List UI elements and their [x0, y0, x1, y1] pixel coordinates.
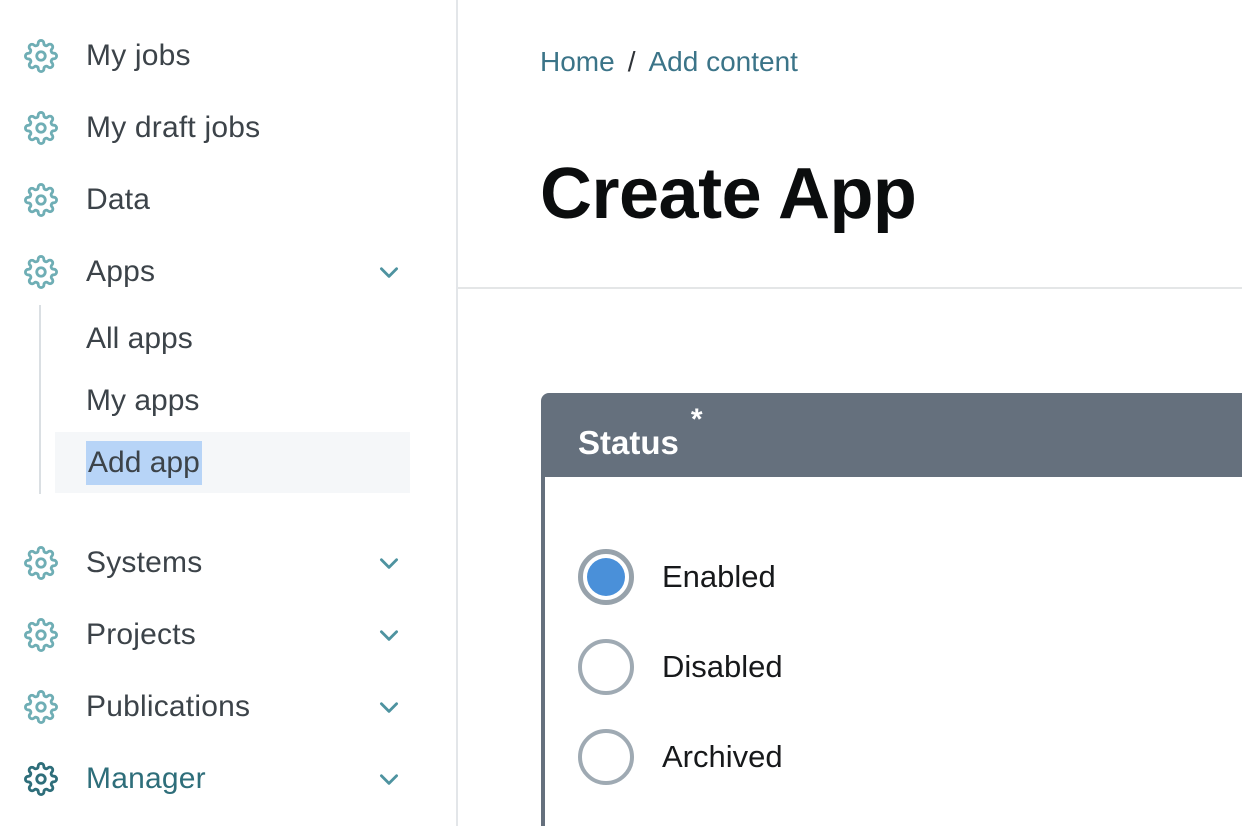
- radio-option-archived[interactable]: Archived: [578, 729, 1242, 785]
- gear-icon: [24, 39, 58, 73]
- sidebar-item-label: My jobs: [86, 39, 191, 73]
- subitem-label: All apps: [86, 322, 193, 356]
- sidebar-item-systems[interactable]: Systems: [0, 527, 456, 599]
- sidebar-subitem-my-apps[interactable]: My apps: [0, 370, 456, 432]
- subitem-label-selected: Add app: [86, 441, 202, 485]
- sidebar-item-label: Apps: [86, 255, 155, 289]
- chevron-down-icon: [376, 259, 402, 285]
- radio-option-label: Enabled: [662, 559, 776, 595]
- breadcrumb-separator: /: [628, 46, 636, 78]
- radio-option-label: Disabled: [662, 649, 783, 685]
- radio-button-icon[interactable]: [578, 729, 634, 785]
- gear-icon: [24, 690, 58, 724]
- required-marker: *: [691, 403, 703, 437]
- sidebar-subitem-add-app[interactable]: Add app: [55, 432, 410, 493]
- sidebar-item-label: Publications: [86, 690, 250, 724]
- sidebar-item-data[interactable]: Data: [0, 164, 456, 236]
- subitem-label: My apps: [86, 384, 199, 418]
- gear-icon: [24, 762, 58, 796]
- sidebar-item-label: My draft jobs: [86, 111, 260, 145]
- status-panel-title: Status: [578, 426, 679, 459]
- status-fieldset: Status * Enabled Disabled Archived: [541, 393, 1242, 826]
- app-window: My jobs My draft jobs Data Apps All apps: [0, 0, 1242, 826]
- status-panel-body: Enabled Disabled Archived: [541, 477, 1242, 826]
- radio-button-icon[interactable]: [578, 549, 634, 605]
- chevron-down-icon: [376, 694, 402, 720]
- radio-option-enabled[interactable]: Enabled: [578, 549, 1242, 605]
- sidebar-item-label: Manager: [86, 762, 206, 796]
- gear-icon: [24, 546, 58, 580]
- gear-icon: [24, 183, 58, 217]
- sidebar-item-manager[interactable]: Manager: [0, 743, 456, 815]
- sidebar-item-apps[interactable]: Apps: [0, 236, 456, 308]
- sidebar: My jobs My draft jobs Data Apps All apps: [0, 0, 458, 826]
- sidebar-item-label: Systems: [86, 546, 202, 580]
- sidebar-subitem-all-apps[interactable]: All apps: [0, 308, 456, 370]
- main-content: Home / Add content Create App Status * E…: [458, 0, 1242, 826]
- gear-icon: [24, 255, 58, 289]
- sidebar-item-my-jobs[interactable]: My jobs: [0, 20, 456, 92]
- chevron-down-icon: [376, 766, 402, 792]
- radio-option-label: Archived: [662, 739, 783, 775]
- radio-option-disabled[interactable]: Disabled: [578, 639, 1242, 695]
- radio-button-icon[interactable]: [578, 639, 634, 695]
- status-panel-header: Status *: [541, 393, 1242, 477]
- header-divider: [458, 287, 1242, 289]
- apps-submenu: All apps My apps Add app: [0, 308, 456, 494]
- chevron-down-icon: [376, 622, 402, 648]
- sidebar-item-label: Data: [86, 183, 150, 217]
- sidebar-item-projects[interactable]: Projects: [0, 599, 456, 671]
- sidebar-item-label: Projects: [86, 618, 196, 652]
- breadcrumb-link-add-content[interactable]: Add content: [648, 46, 797, 78]
- breadcrumb-link-home[interactable]: Home: [540, 46, 615, 78]
- sidebar-nav: My jobs My draft jobs Data Apps All apps: [0, 20, 456, 815]
- page-title: Create App: [540, 154, 1242, 234]
- gear-icon: [24, 618, 58, 652]
- gear-icon: [24, 111, 58, 145]
- sidebar-item-publications[interactable]: Publications: [0, 671, 456, 743]
- sidebar-item-my-draft-jobs[interactable]: My draft jobs: [0, 92, 456, 164]
- chevron-down-icon: [376, 550, 402, 576]
- breadcrumb: Home / Add content: [540, 46, 1242, 78]
